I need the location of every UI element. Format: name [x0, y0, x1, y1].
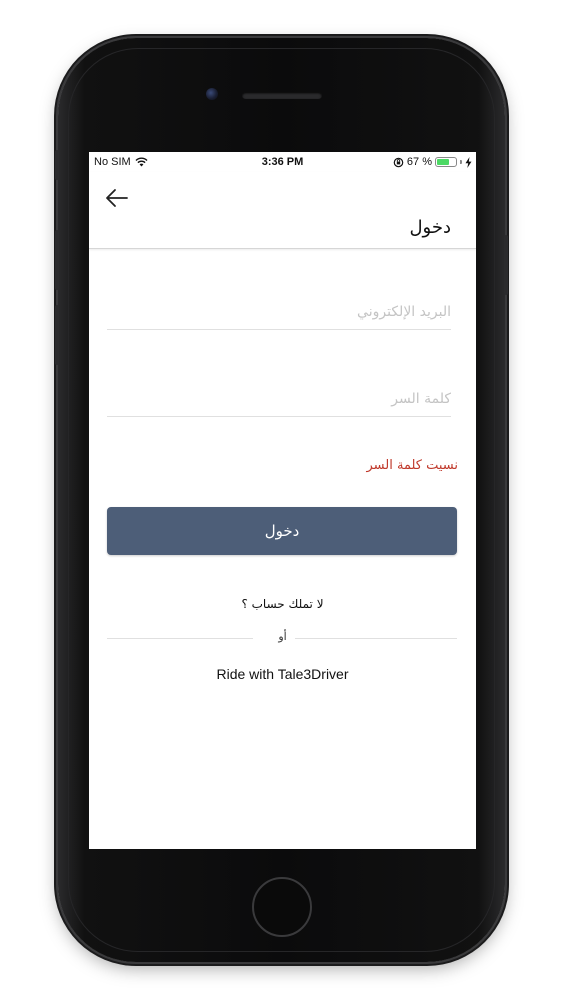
no-account-text[interactable]: لا تملك حساب ؟	[89, 597, 476, 611]
email-field-wrapper	[107, 295, 451, 330]
mute-switch	[55, 150, 59, 180]
back-button[interactable]	[103, 186, 131, 210]
battery-cap	[460, 160, 462, 164]
volume-down-button	[55, 305, 59, 365]
app-screen: No SIM 3:36 PM 67 % دخول البريد الإلكترو…	[89, 152, 476, 849]
password-field-wrapper	[107, 382, 451, 417]
arrow-left-icon	[106, 189, 128, 207]
front-camera	[206, 88, 218, 100]
clock: 3:36 PM	[261, 156, 304, 168]
status-right: 67 %	[393, 156, 472, 168]
email-input[interactable]	[107, 295, 451, 329]
orientation-lock-icon	[393, 157, 404, 167]
ride-with-driver-link[interactable]: Ride with Tale3Driver	[89, 666, 476, 682]
earpiece-speaker	[242, 92, 322, 99]
navigation-bar: دخول	[89, 172, 476, 249]
divider-or-label: أو	[278, 630, 287, 643]
battery-percent: 67 %	[406, 156, 432, 168]
battery-level-fill	[437, 159, 450, 165]
password-input[interactable]	[107, 382, 451, 416]
charging-bolt-icon	[465, 156, 472, 168]
login-button[interactable]: دخول	[107, 507, 457, 555]
forgot-password-link[interactable]: نسيت كلمة السر	[367, 458, 459, 473]
divider-right	[295, 638, 457, 639]
volume-up-button	[55, 230, 59, 290]
page-title: دخول	[409, 217, 451, 238]
power-button	[504, 235, 508, 295]
home-button[interactable]	[252, 877, 312, 937]
battery-icon	[435, 157, 457, 167]
status-bar: No SIM 3:36 PM 67 %	[89, 152, 476, 172]
